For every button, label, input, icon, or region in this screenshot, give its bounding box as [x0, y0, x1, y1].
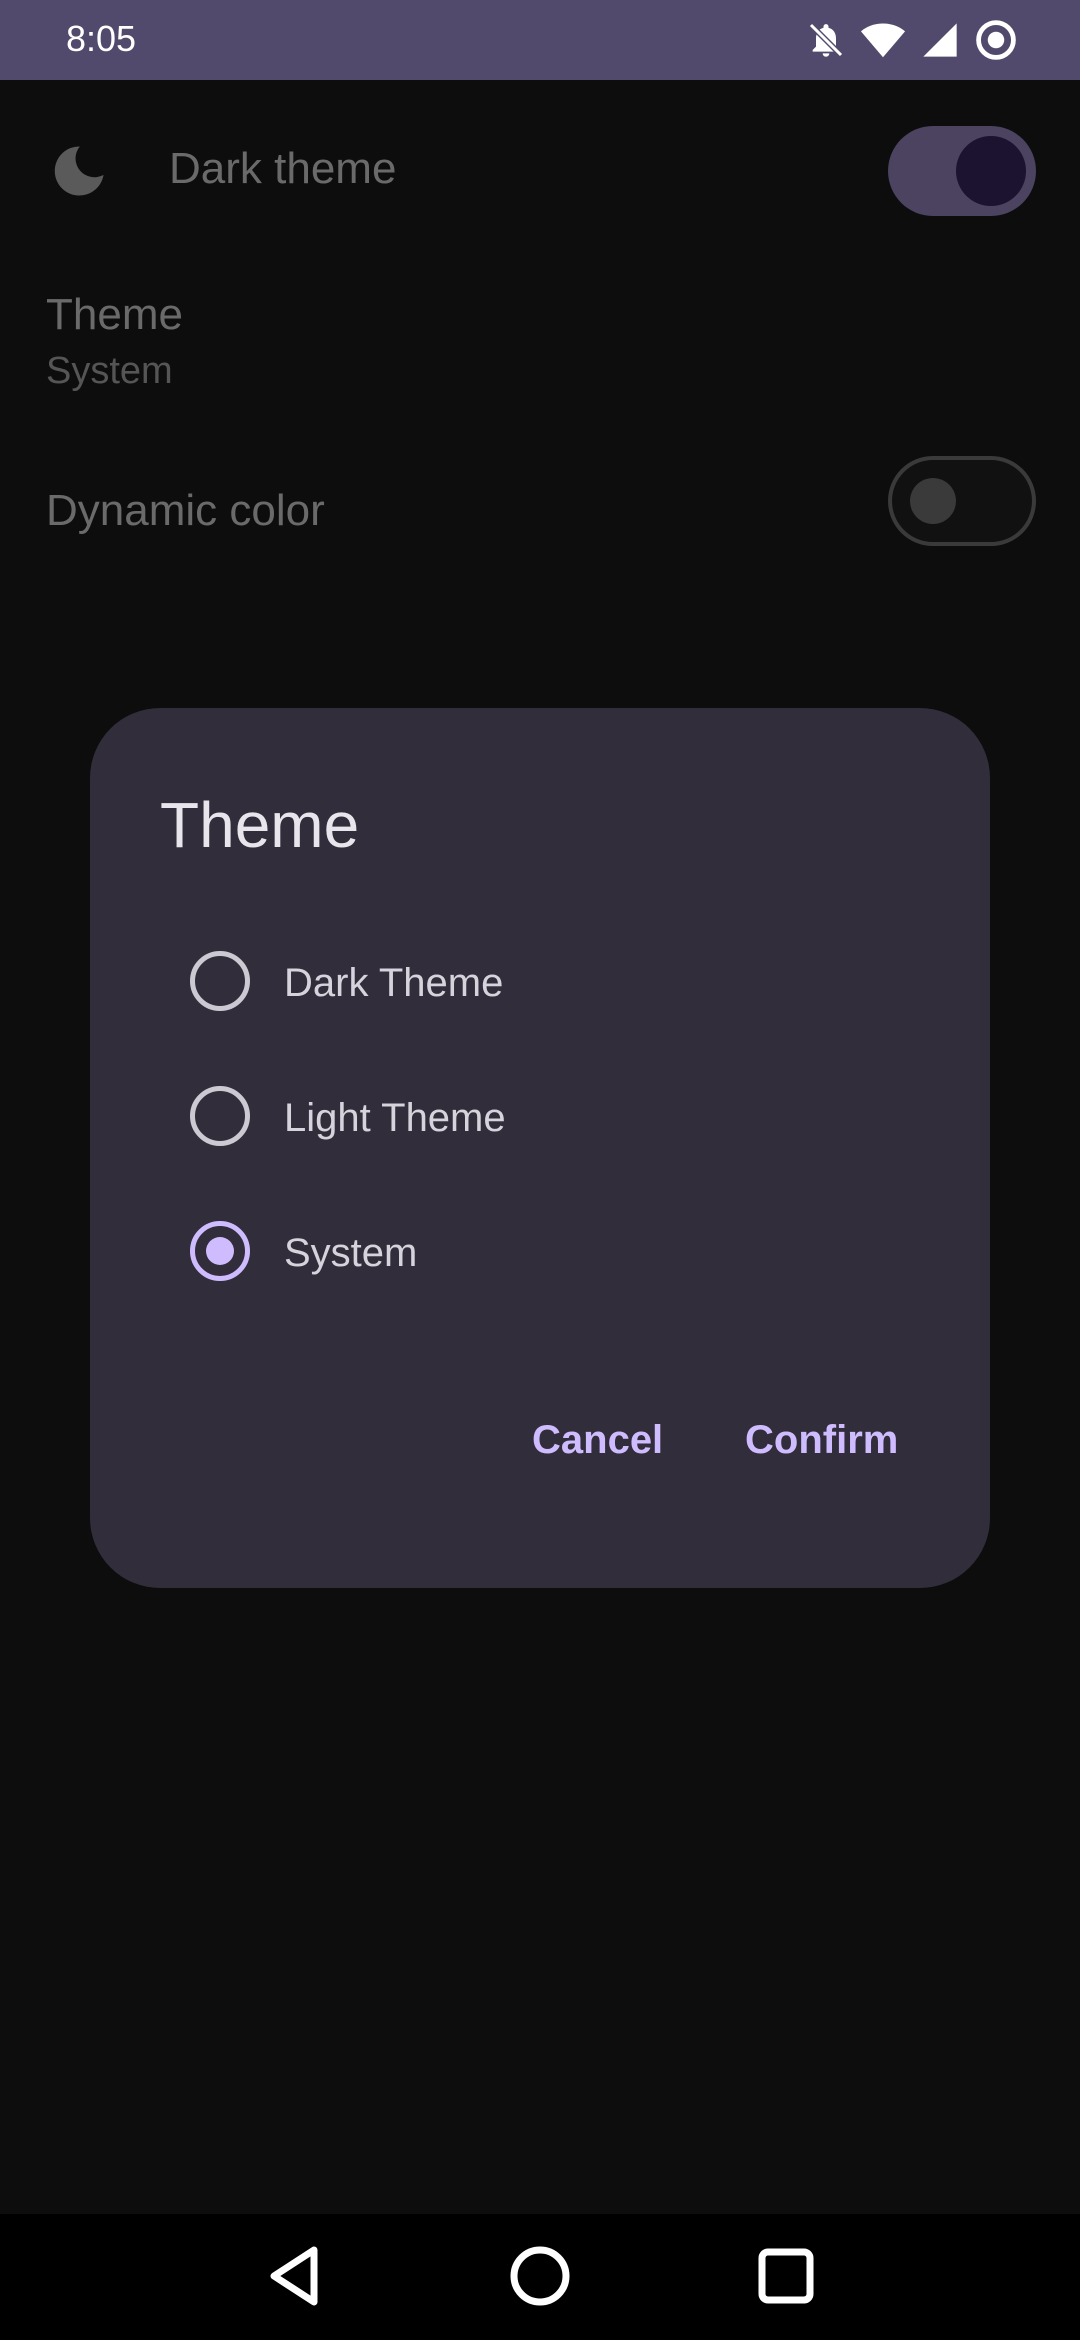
radio-dot — [206, 1237, 234, 1265]
theme-value: System — [46, 350, 173, 392]
dark-theme-switch[interactable] — [888, 126, 1036, 216]
moon-icon — [48, 140, 110, 202]
navigation-bar — [0, 2214, 1080, 2340]
dynamic-color-row[interactable]: Dynamic color — [0, 456, 1080, 596]
radio-option-light-theme[interactable]: Light Theme — [190, 1061, 890, 1171]
radio-button[interactable] — [190, 951, 250, 1011]
dynamic-color-switch[interactable] — [888, 456, 1036, 546]
confirm-button[interactable]: Confirm — [745, 1418, 898, 1463]
status-bar: 8:05 — [0, 0, 1080, 80]
signal-icon — [920, 20, 960, 60]
dialog-title: Theme — [160, 789, 360, 861]
status-time: 8:05 — [66, 18, 137, 59]
theme-label: Theme — [46, 290, 183, 339]
radio-option-dark-theme[interactable]: Dark Theme — [190, 926, 890, 1036]
cancel-button[interactable]: Cancel — [532, 1418, 663, 1463]
dynamic-color-label: Dynamic color — [46, 486, 325, 535]
status-icons — [806, 18, 1018, 62]
notifications-off-icon — [806, 20, 846, 60]
theme-row[interactable]: Theme System — [0, 280, 1080, 420]
theme-dialog: Theme Dark Theme Light Theme System Canc… — [90, 708, 990, 1588]
wifi-icon — [860, 20, 906, 60]
dark-theme-label: Dark theme — [169, 144, 397, 193]
switch-thumb — [910, 478, 956, 524]
radio-option-system[interactable]: System — [190, 1196, 890, 1306]
radio-label: Light Theme — [284, 1096, 506, 1140]
back-icon[interactable] — [266, 2244, 322, 2313]
switch-thumb — [956, 136, 1026, 206]
dark-theme-row[interactable]: Dark theme — [0, 80, 1080, 260]
radio-button-selected[interactable] — [190, 1221, 250, 1281]
home-icon[interactable] — [508, 2244, 572, 2313]
radio-button[interactable] — [190, 1086, 250, 1146]
radio-label: System — [284, 1231, 418, 1275]
record-icon — [974, 18, 1018, 62]
recents-icon[interactable] — [756, 2244, 816, 2313]
radio-label: Dark Theme — [284, 961, 504, 1005]
